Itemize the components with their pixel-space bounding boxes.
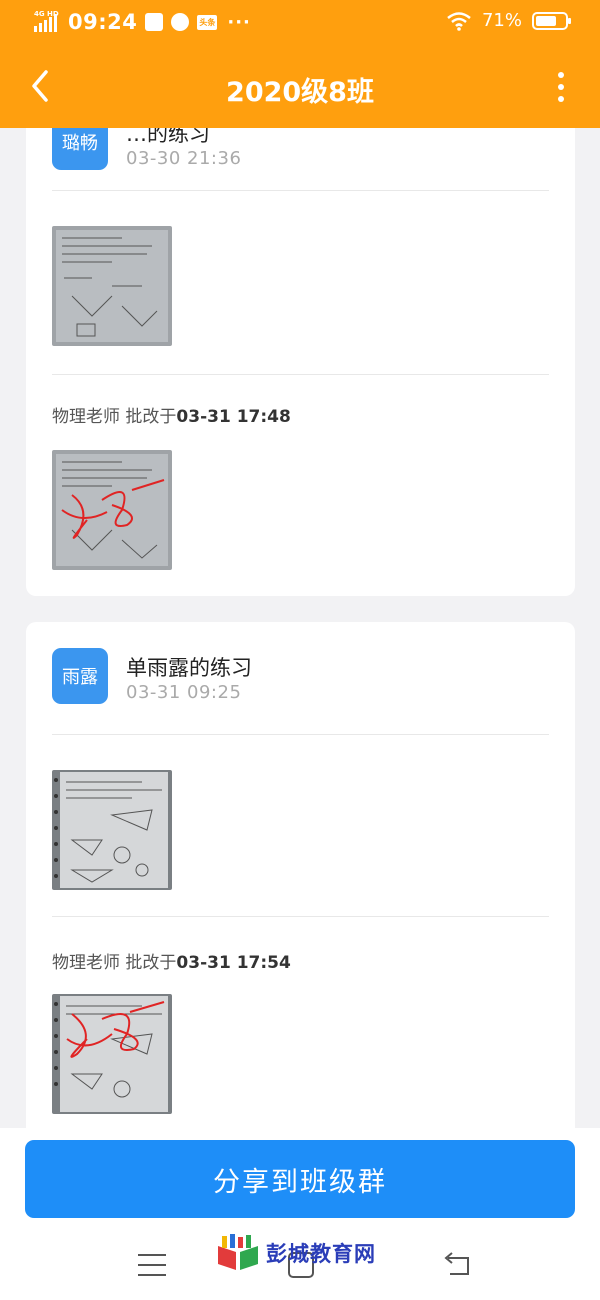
divider (52, 374, 549, 375)
share-to-class-group-button[interactable]: 分享到班级群 (25, 1140, 575, 1218)
submission-photo[interactable] (52, 226, 172, 346)
submission-time: 03-30 21:36 (126, 148, 242, 169)
status-left: 4G HD 09:24 头条 ··· (34, 10, 251, 34)
reviewer-name: 物理老师 (52, 407, 120, 427)
submission-list[interactable]: 璐畅 …的练习 03-30 21:36 物理老师 批改于03-31 17:48 (0, 128, 600, 1128)
graded-photo[interactable] (52, 450, 172, 570)
page-title: 2020级8班 (226, 77, 374, 108)
signal-icon: 4G HD (34, 10, 60, 32)
battery-level (536, 15, 556, 26)
nav-menu-button[interactable] (138, 1254, 166, 1276)
watermark-text: 彭城教育网 (266, 1242, 376, 1266)
divider (52, 734, 549, 735)
review-prefix: 批改于 (125, 953, 177, 973)
battery-percent: 71% (481, 10, 522, 31)
submission-time: 03-31 09:25 (126, 682, 242, 703)
review-time: 03-31 17:48 (176, 407, 291, 427)
status-right: 71% (446, 10, 571, 31)
review-info: 物理老师 批改于03-31 17:54 (52, 948, 291, 973)
app-icon: 头条 (197, 14, 218, 30)
nav-back-button[interactable] (442, 1250, 472, 1278)
dot-icon (558, 96, 564, 102)
divider (52, 190, 549, 191)
header: 2020级8班 (0, 46, 600, 128)
status-time: 09:24 (68, 10, 138, 34)
battery-icon (532, 11, 571, 30)
submission-card: 璐畅 …的练习 03-30 21:36 物理老师 批改于03-31 17:48 (26, 128, 575, 596)
bottom-bar: 分享到班级群 彭城教育网 (0, 1128, 600, 1300)
app-bar: 4G HD 09:24 头条 ··· 71% 2020级8班 (0, 0, 600, 128)
submission-title: 单雨露的练习 (126, 656, 252, 680)
submission-card: 雨露 单雨露的练习 03-31 09:25 物理老师 批改于03-31 17:5… (26, 622, 575, 1128)
book-logo-icon (218, 1234, 258, 1270)
review-info: 物理老师 批改于03-31 17:48 (52, 402, 291, 427)
dot-icon (558, 72, 564, 78)
watermark: 彭城教育网 (216, 1234, 376, 1272)
status-bar: 4G HD 09:24 头条 ··· 71% (0, 0, 600, 46)
back-arrow-icon (444, 1252, 469, 1275)
more-options-button[interactable] (556, 72, 566, 102)
wifi-icon (447, 11, 471, 31)
reviewer-name: 物理老师 (52, 953, 120, 973)
calendar-icon (145, 13, 164, 31)
submission-title: …的练习 (126, 128, 210, 146)
review-time: 03-31 17:54 (176, 953, 291, 973)
compass-icon (171, 13, 190, 31)
graded-photo[interactable] (52, 994, 172, 1114)
submission-photo[interactable] (52, 770, 172, 890)
divider (52, 916, 549, 917)
avatar: 雨露 (52, 648, 108, 704)
dot-icon (558, 84, 564, 90)
review-prefix: 批改于 (125, 407, 177, 427)
avatar: 璐畅 (52, 128, 108, 170)
more-dots: ··· (227, 11, 251, 33)
